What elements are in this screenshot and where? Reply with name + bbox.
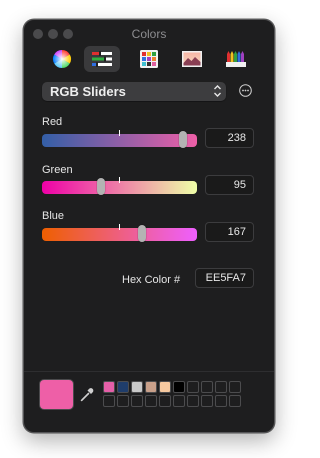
green-value-field[interactable]: 95	[205, 175, 254, 195]
empty-swatch-slot[interactable]	[173, 395, 185, 407]
slider-center-tick	[119, 130, 120, 136]
green-slider-knob[interactable]	[97, 178, 105, 195]
empty-swatch-slot[interactable]	[117, 395, 129, 407]
palette-icon	[140, 50, 158, 68]
tab-color-wheel[interactable]	[44, 46, 80, 72]
tab-color-sliders[interactable]	[84, 46, 120, 72]
saved-swatch[interactable]	[159, 381, 171, 393]
picker-toolbar	[24, 46, 274, 74]
red-value-field[interactable]: 238	[205, 128, 254, 148]
color-mode-popup[interactable]: RGB Sliders	[42, 82, 226, 101]
red-slider-knob[interactable]	[179, 131, 187, 148]
red-label: Red	[42, 116, 63, 128]
more-options-icon[interactable]	[239, 84, 252, 97]
blue-slider-knob[interactable]	[138, 225, 146, 242]
colors-window: Colors RGB Sliders Red 238 Green 95 Blue…	[23, 19, 275, 433]
empty-swatch-slot[interactable]	[215, 381, 227, 393]
saved-swatch[interactable]	[145, 381, 157, 393]
saved-swatch[interactable]	[117, 381, 129, 393]
chevron-up-down-icon	[214, 85, 221, 97]
empty-swatch-slot[interactable]	[131, 395, 143, 407]
empty-swatch-slot[interactable]	[201, 381, 213, 393]
blue-slider[interactable]	[42, 224, 197, 242]
empty-swatch-slot[interactable]	[201, 395, 213, 407]
red-slider[interactable]	[42, 130, 197, 148]
divider	[24, 371, 274, 372]
green-label: Green	[42, 164, 73, 176]
blue-value-field[interactable]: 167	[205, 222, 254, 242]
color-wheel-icon	[52, 50, 72, 68]
tab-color-palettes[interactable]	[131, 46, 167, 72]
empty-swatch-slot[interactable]	[187, 395, 199, 407]
empty-swatch-slot[interactable]	[229, 381, 241, 393]
window-title: Colors	[131, 27, 167, 41]
empty-swatch-slot[interactable]	[145, 395, 157, 407]
saved-swatches	[103, 381, 241, 407]
tab-pencils[interactable]	[218, 46, 254, 72]
hex-color-field[interactable]: EE5FA7	[195, 268, 254, 288]
image-icon	[182, 51, 202, 67]
slider-center-tick	[119, 177, 120, 183]
sliders-icon	[92, 51, 112, 67]
eyedropper-icon[interactable]	[79, 386, 95, 403]
current-color-well[interactable]	[40, 380, 73, 409]
green-slider[interactable]	[42, 177, 197, 195]
empty-swatch-slot[interactable]	[229, 395, 241, 407]
saved-swatch[interactable]	[173, 381, 185, 393]
title-bar: Colors	[24, 20, 274, 47]
slider-center-tick	[119, 224, 120, 230]
empty-swatch-slot[interactable]	[103, 395, 115, 407]
saved-swatch[interactable]	[103, 381, 115, 393]
color-mode-label: RGB Sliders	[50, 84, 126, 99]
pencils-icon	[226, 51, 246, 67]
empty-swatch-slot[interactable]	[187, 381, 199, 393]
empty-swatch-slot[interactable]	[215, 395, 227, 407]
tab-image-palettes[interactable]	[174, 46, 210, 72]
saved-swatch[interactable]	[131, 381, 143, 393]
empty-swatch-slot[interactable]	[159, 395, 171, 407]
blue-label: Blue	[42, 210, 65, 222]
hex-color-label: Hex Color #	[122, 274, 181, 286]
